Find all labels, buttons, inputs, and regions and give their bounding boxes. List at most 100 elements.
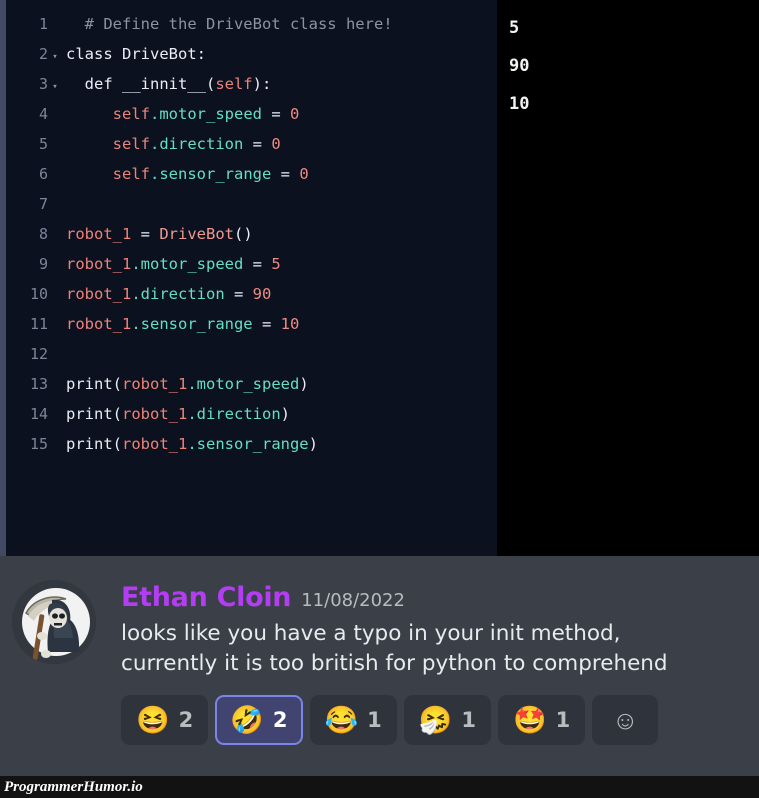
code-token: .direction — [187, 405, 281, 423]
code-token: # Define the DriveBot class here! — [66, 15, 393, 33]
code-line[interactable]: 1 # Define the DriveBot class here! — [6, 9, 497, 39]
add-reaction-icon: ☺ — [611, 705, 639, 735]
rolling-on-the-floor-laughing-icon: 🤣 — [230, 704, 264, 735]
code-token: robot_1 — [122, 375, 188, 393]
reaction-count: 1 — [461, 708, 476, 732]
message-text: looks like you have a typo in your init … — [121, 619, 759, 679]
sneezing-face-icon: 🤧 — [418, 704, 453, 735]
code-token: = — [243, 135, 272, 153]
reaction-grinning-squinting-face[interactable]: 😆 2 — [121, 695, 209, 745]
code-token: .motor_speed — [131, 255, 244, 273]
reaction-bar: 😆 2 🤣 2 😂 1 🤧 1 🤩 1 ☺ — [0, 695, 759, 745]
fold-arrow-icon[interactable]: ▾ — [48, 42, 62, 72]
output-line: 10 — [509, 94, 530, 114]
code-line[interactable]: 15 print(robot_1.sensor_range) — [6, 429, 497, 459]
message-timestamp: 11/08/2022 — [301, 590, 405, 611]
code-line[interactable]: 8 robot_1 = DriveBot() — [6, 219, 497, 249]
line-number: 6 — [38, 165, 48, 183]
code-token: ) — [299, 375, 309, 393]
code-token: robot_1 — [122, 435, 188, 453]
code-line-text: print(robot_1.motor_speed) — [62, 369, 309, 399]
code-line-text: robot_1 = DriveBot() — [62, 219, 253, 249]
ide-area: 1 # Define the DriveBot class here! 2 ▾ cla… — [0, 0, 759, 556]
message-body: Ethan Cloin 11/08/2022 looks like you ha… — [96, 580, 759, 679]
code-token: 0 — [289, 105, 300, 123]
reaction-face-with-tears-of-joy[interactable]: 😂 1 — [309, 695, 397, 745]
line-number: 15 — [29, 435, 48, 453]
line-number: 12 — [29, 345, 48, 363]
code-line-text: def __innit__(self): — [62, 69, 272, 99]
code-line-text: robot_1.motor_speed = 5 — [62, 249, 281, 279]
code-line[interactable]: 12 — [6, 339, 497, 369]
code-token: def __innit__( — [66, 75, 216, 93]
reaction-rolling-on-the-floor-laughing[interactable]: 🤣 2 — [215, 695, 303, 745]
code-line[interactable]: 14 print(robot_1.direction) — [6, 399, 497, 429]
code-token: robot_1 — [66, 255, 132, 273]
code-token: ): — [252, 75, 272, 93]
code-token: robot_1 — [66, 315, 132, 333]
line-number: 14 — [29, 405, 48, 423]
code-token: DriveBot — [159, 225, 234, 243]
code-token: = — [271, 165, 300, 183]
line-number: 7 — [38, 195, 48, 213]
fold-arrow-icon[interactable]: ▾ — [48, 72, 62, 102]
code-token: 90 — [252, 285, 272, 303]
code-token: 0 — [299, 165, 309, 183]
chat-message-area: Ethan Cloin 11/08/2022 looks like you ha… — [0, 556, 759, 798]
grinning-squinting-face-icon: 😆 — [136, 704, 170, 735]
reaction-count: 1 — [555, 708, 571, 732]
code-editor[interactable]: 1 # Define the DriveBot class here! 2 ▾ cla… — [6, 0, 497, 556]
reaction-count: 2 — [178, 708, 194, 732]
code-lines-container[interactable]: 1 # Define the DriveBot class here! 2 ▾ cla… — [6, 0, 497, 459]
code-line-text: print(robot_1.direction) — [62, 399, 290, 429]
line-number: 5 — [38, 135, 48, 153]
code-token: robot_1 — [66, 285, 132, 303]
code-token: 0 — [271, 135, 281, 153]
code-line[interactable]: 7 — [6, 189, 497, 219]
grim-reaper-avatar-icon — [12, 580, 96, 664]
code-token: .sensor_range — [131, 315, 253, 333]
code-line-text: robot_1.sensor_range = 10 — [62, 309, 299, 339]
message-author[interactable]: Ethan Cloin — [121, 582, 292, 613]
code-token: .sensor_range — [150, 165, 272, 183]
code-line[interactable]: 3 ▾ def __innit__(self): — [6, 69, 497, 99]
message-row: Ethan Cloin 11/08/2022 looks like you ha… — [0, 556, 759, 679]
code-token: robot_1 — [122, 405, 188, 423]
code-line[interactable]: 4 self.motor_speed = 0 — [6, 99, 497, 129]
code-line[interactable]: 5 self.direction = 0 — [6, 129, 497, 159]
code-token: print( — [66, 405, 122, 423]
reaction-star-struck[interactable]: 🤩 1 — [498, 695, 586, 745]
code-token: ) — [280, 405, 290, 423]
line-number: 8 — [38, 225, 48, 243]
code-line[interactable]: 9 robot_1.motor_speed = 5 — [6, 249, 497, 279]
code-token: .sensor_range — [187, 435, 309, 453]
code-line-text: self.sensor_range = 0 — [62, 159, 309, 189]
line-number: 10 — [29, 285, 48, 303]
code-line-text: class DriveBot: — [62, 39, 206, 69]
line-number: 13 — [29, 375, 48, 393]
code-line-text: self.direction = 0 — [62, 129, 281, 159]
code-line[interactable]: 2 ▾ class DriveBot: — [6, 39, 497, 69]
message-text-line: looks like you have a typo in your init … — [121, 621, 621, 646]
reaction-sneezing-face[interactable]: 🤧 1 — [403, 695, 491, 745]
code-token: robot_1 — [66, 225, 132, 243]
code-line-text: self.motor_speed = 0 — [62, 99, 300, 129]
code-line[interactable]: 13 print(robot_1.motor_speed) — [6, 369, 497, 399]
add-reaction-button[interactable]: ☺ — [592, 695, 659, 745]
code-token: .direction — [131, 285, 225, 303]
output-line: 5 — [509, 18, 520, 38]
code-token: 5 — [271, 255, 281, 273]
avatar[interactable] — [12, 580, 96, 664]
code-token: self — [112, 135, 150, 153]
output-panel: 5 90 10 — [497, 0, 759, 556]
code-line-text: robot_1.direction = 90 — [62, 279, 271, 309]
line-number: 2 — [38, 45, 48, 63]
output-line: 90 — [509, 56, 530, 76]
code-line[interactable]: 11 robot_1.sensor_range = 10 — [6, 309, 497, 339]
code-line[interactable]: 6 self.sensor_range = 0 — [6, 159, 497, 189]
code-line[interactable]: 10 robot_1.direction = 90 — [6, 279, 497, 309]
reaction-count: 2 — [272, 708, 288, 732]
line-number: 3 — [38, 75, 48, 93]
